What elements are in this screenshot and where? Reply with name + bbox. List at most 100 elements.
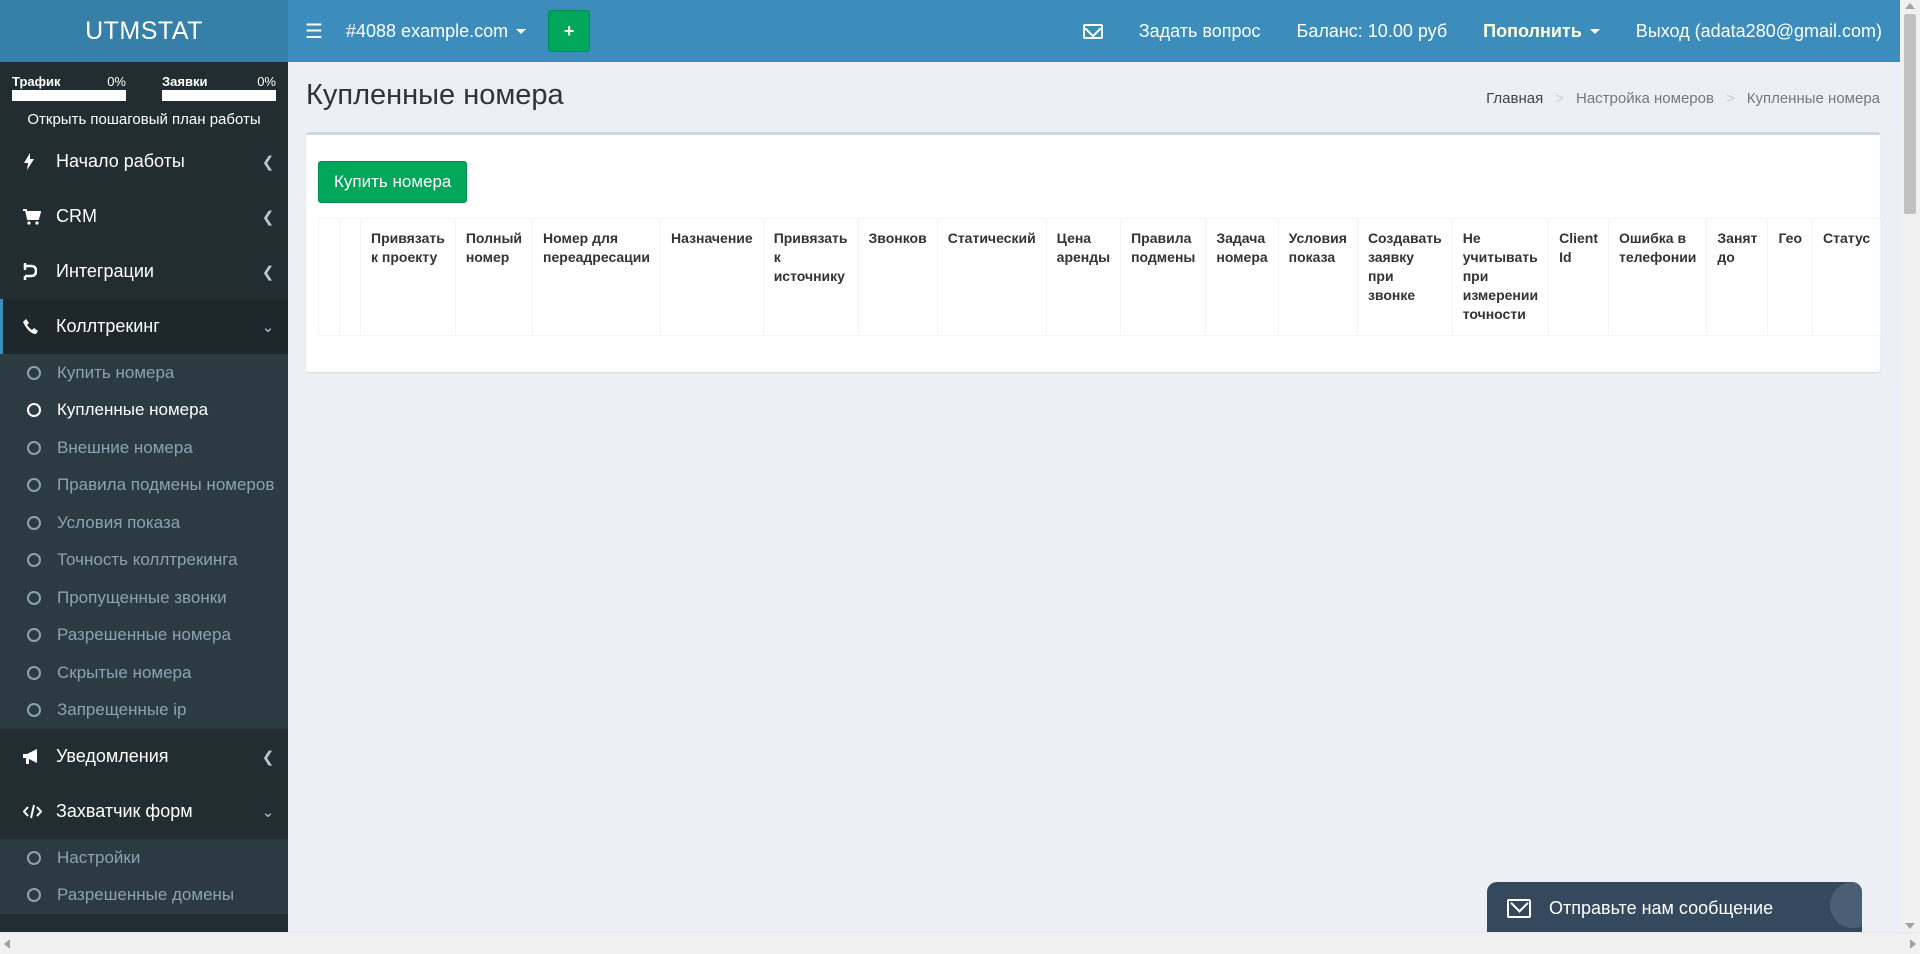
balance-label[interactable]: Баланс: 10.00 руб	[1279, 0, 1466, 62]
submenu-item-label: Пропущенные звонки	[57, 587, 227, 607]
scroll-left-arrow-icon[interactable]	[4, 939, 10, 949]
menu-item-getting-started[interactable]: Начало работы ❮	[0, 134, 288, 189]
scroll-up-arrow-icon[interactable]	[1905, 3, 1915, 9]
column-header[interactable]: Гео	[1767, 218, 1814, 336]
open-plan-link[interactable]: Открыть пошаговый план работы	[12, 101, 276, 134]
leads-progress-label: Заявки	[162, 74, 208, 89]
chevron-down-icon: ⌄	[261, 803, 275, 821]
circle-icon	[27, 440, 41, 455]
topup-dropdown[interactable]: Пополнить	[1465, 0, 1618, 62]
submenu-item-missed-calls[interactable]: Пропущенные звонки	[0, 579, 288, 617]
menu-item-calltracking[interactable]: Коллтрекинг ⌄	[0, 299, 288, 354]
menu-item-label: CRM	[56, 206, 97, 226]
breadcrumb-home[interactable]: Главная	[1486, 90, 1543, 107]
column-header[interactable]: Привязать к проекту	[360, 218, 456, 336]
add-project-button[interactable]: +	[548, 10, 591, 52]
submenu-item-substitution-rules[interactable]: Правила подмены номеров	[0, 467, 288, 505]
circle-icon	[27, 628, 41, 643]
envelope-icon	[1082, 23, 1103, 39]
progress-area: Трафик 0% Заявки 0% Открыть пошаговый пл…	[0, 62, 288, 134]
buy-numbers-button[interactable]: Купить номера	[318, 161, 468, 203]
traffic-progress-label: Трафик	[12, 74, 61, 89]
submenu-item-label: Условия показа	[57, 512, 181, 532]
column-header[interactable]: Номер для переадресации	[532, 218, 661, 336]
vertical-scrollbar[interactable]	[1900, 0, 1920, 932]
submenu-item-purchased-numbers[interactable]: Купленные номера	[0, 392, 288, 430]
column-header[interactable]: Привязать к источнику	[762, 218, 859, 336]
circle-icon	[27, 850, 41, 865]
breadcrumb-number-settings[interactable]: Настройка номеров	[1576, 90, 1714, 107]
column-header[interactable]	[318, 218, 340, 336]
column-header[interactable]: Статус	[1812, 218, 1882, 336]
leads-progress-percent: 0%	[257, 74, 276, 89]
sidebar: UTMSTAT Трафик 0% Заявки 0% Открыть поша…	[0, 0, 288, 932]
chat-avatar	[1830, 882, 1862, 928]
menu-item-integrations[interactable]: Интеграции ❮	[0, 244, 288, 299]
column-header[interactable]: Ошибка в телефонии	[1607, 218, 1708, 336]
menu-item-label: Коллтрекинг	[56, 316, 160, 336]
submenu-item-label: Разрешенные домены	[57, 885, 235, 905]
traffic-progress: Трафик 0%	[12, 74, 126, 101]
submenu-item-banned-ip[interactable]: Запрещенные ip	[0, 692, 288, 730]
vertical-scroll-thumb[interactable]	[1904, 14, 1916, 214]
scroll-down-arrow-icon[interactable]	[1905, 923, 1915, 929]
menu-item-notifications[interactable]: Уведомления ❮	[0, 729, 288, 784]
column-header[interactable]: Создавать заявку при звонке	[1356, 218, 1453, 336]
circle-icon	[27, 403, 41, 418]
chevron-left-icon: ❮	[261, 263, 275, 281]
numbers-panel: Купить номера Привязать к проекту Полный…	[306, 132, 1882, 372]
chevron-down-icon: ⌄	[261, 318, 275, 336]
submenu-item-external-numbers[interactable]: Внешние номера	[0, 429, 288, 467]
column-header[interactable]: Полный номер	[454, 218, 534, 336]
purchased-numbers-table: Привязать к проекту Полный номер Номер д…	[318, 218, 1882, 336]
menu-item-form-capture[interactable]: Захватчик форм ⌄	[0, 784, 288, 839]
submenu-item-buy-numbers[interactable]: Купить номера	[0, 354, 288, 392]
column-header[interactable]: Занят до	[1706, 218, 1769, 336]
chat-widget[interactable]: Отправьте нам сообщение	[1487, 882, 1862, 934]
submenu-item-label: Скрытые номера	[57, 662, 192, 682]
ask-question-link[interactable]: Задать вопрос	[1121, 0, 1279, 62]
horizontal-scrollbar[interactable]	[0, 932, 1920, 954]
submenu-item-allowed-numbers[interactable]: Разрешенные номера	[0, 617, 288, 655]
top-navbar: ☰ #4088 example.com + Задать вопрос Бала…	[288, 0, 1900, 62]
submenu-item-calltracking-accuracy[interactable]: Точность коллтрекинга	[0, 542, 288, 580]
column-header[interactable]: Правила подмены	[1120, 218, 1207, 336]
logout-link[interactable]: Выход (adata280@gmail.com)	[1618, 0, 1900, 62]
menu-item-label: Начало работы	[56, 151, 185, 171]
menu-item-label: Уведомления	[56, 746, 169, 766]
column-header[interactable]: Цена аренды	[1045, 218, 1122, 336]
column-header[interactable]: Client Id	[1548, 218, 1609, 336]
circle-icon	[27, 888, 41, 903]
scroll-right-arrow-icon[interactable]	[1910, 939, 1916, 949]
table-header-row: Привязать к проекту Полный номер Номер д…	[318, 218, 1882, 336]
submenu-item-label: Правила подмены номеров	[57, 475, 275, 495]
submenu-item-hidden-numbers[interactable]: Скрытые номера	[0, 654, 288, 692]
project-selector[interactable]: #4088 example.com	[340, 21, 532, 42]
menu-item-label: Захватчик форм	[56, 801, 193, 821]
column-header[interactable]: Не учитывать при измерении точности	[1451, 218, 1550, 336]
breadcrumb: Главная > Настройка номеров > Купленные …	[1486, 90, 1880, 107]
submenu-item-label: Купить номера	[57, 362, 175, 382]
submenu-item-allowed-domains[interactable]: Разрешенные домены	[0, 877, 288, 915]
messages-button[interactable]	[1065, 0, 1121, 62]
chevron-left-icon: ❮	[261, 208, 275, 226]
caret-down-icon	[516, 28, 527, 34]
submenu-item-settings[interactable]: Настройки	[0, 839, 288, 877]
menu-item-crm[interactable]: CRM ❮	[0, 189, 288, 244]
column-header[interactable]: Условия показа	[1277, 218, 1358, 336]
traffic-progress-percent: 0%	[107, 74, 126, 89]
submenu-item-display-conditions[interactable]: Условия показа	[0, 504, 288, 542]
breadcrumb-separator: >	[1555, 90, 1564, 107]
column-header[interactable]: Статический	[936, 218, 1047, 336]
submenu-item-label: Внешние номера	[57, 437, 193, 457]
column-header[interactable]: Назначение	[660, 218, 764, 336]
column-header[interactable]	[339, 218, 361, 336]
app-logo[interactable]: UTMSTAT	[0, 0, 288, 62]
column-header[interactable]: Задача номера	[1205, 218, 1279, 336]
cart-icon	[23, 208, 56, 225]
chevron-left-icon: ❮	[261, 153, 275, 171]
column-header[interactable]: Звонков	[857, 218, 938, 336]
code-icon	[23, 804, 56, 819]
submenu-item-label: Купленные номера	[57, 400, 209, 420]
hamburger-menu-icon[interactable]: ☰	[288, 19, 340, 44]
